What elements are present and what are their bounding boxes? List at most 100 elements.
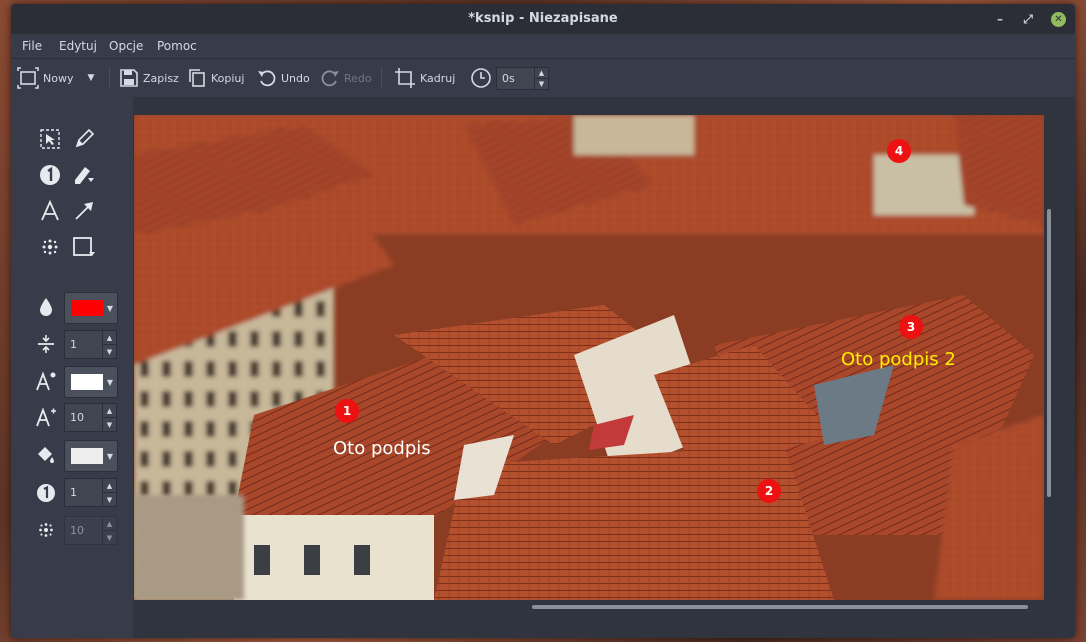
increment-icon[interactable]: ▲: [103, 517, 116, 531]
copy-icon: [189, 69, 205, 87]
decrement-icon[interactable]: ▼: [103, 531, 116, 544]
number-start-icon: [31, 478, 61, 508]
decrement-icon[interactable]: ▼: [103, 345, 116, 358]
blur-icon: [42, 239, 58, 255]
arrow-tool-button[interactable]: [69, 196, 99, 226]
copy-label: Kopiuj: [211, 71, 245, 85]
decrement-icon[interactable]: ▼: [535, 79, 548, 89]
crop-icon: [395, 68, 415, 88]
delay-clock: [470, 59, 496, 97]
text-tool-button[interactable]: [35, 196, 65, 226]
image-canvas[interactable]: 1 2 3 4 Oto podpis Oto podpis 2: [134, 115, 1044, 600]
menu-edit[interactable]: Edytuj: [59, 39, 97, 53]
fill-color-button[interactable]: ▼: [64, 440, 118, 472]
copy-button[interactable]: Kopiuj: [187, 59, 244, 97]
stroke-width-value: 1: [70, 338, 77, 351]
font-color-swatch: [71, 374, 103, 390]
redo-label: Redo: [344, 71, 372, 85]
stroke-width-stepper[interactable]: ▲ ▼: [102, 331, 116, 358]
delay-spinbox[interactable]: 0s ▲ ▼: [496, 67, 549, 90]
screenshot-icon: [17, 67, 39, 89]
delay-stepper[interactable]: ▲ ▼: [534, 68, 548, 89]
app-window: *ksnip - Niezapisane – ⤢ ✕ File Edytuj O…: [11, 4, 1075, 638]
number-marker[interactable]: 1: [335, 399, 359, 423]
redo-button[interactable]: Redo: [320, 59, 372, 97]
new-button[interactable]: Nowy ▼: [17, 59, 94, 97]
chevron-down-icon: ▼: [106, 304, 113, 313]
window-title: *ksnip - Niezapisane: [468, 11, 618, 26]
blur-spinbox[interactable]: 10 ▲ ▼: [64, 516, 117, 545]
arrow-icon: [75, 202, 93, 220]
blur-strength-icon: [31, 515, 61, 545]
font-size-stepper[interactable]: ▲ ▼: [102, 404, 116, 431]
maximize-button[interactable]: ⤢: [1019, 10, 1037, 28]
tool-sidebar: ▼ 1 ▲ ▼ ▼ 10 ▲ ▼ ▼ 1 ▲ ▼ 10 ▲ ▼: [11, 96, 133, 638]
number-stepper[interactable]: ▲ ▼: [102, 479, 116, 506]
blur-tool-button[interactable]: [35, 232, 65, 262]
horizontal-scrollbar[interactable]: [532, 605, 1028, 609]
rectangle-tool-button[interactable]: [69, 232, 99, 262]
delay-value: 0s: [502, 72, 515, 85]
fill-color-swatch: [71, 448, 103, 464]
toolbar: Nowy ▼ Zapisz Kopiuj Undo Redo Kadruj 0s…: [11, 58, 1075, 97]
number-value: 1: [70, 486, 77, 499]
stroke-width-spinbox[interactable]: 1 ▲ ▼: [64, 330, 117, 359]
number-icon: [40, 165, 60, 185]
decrement-icon[interactable]: ▼: [103, 493, 116, 506]
pen-tool-button[interactable]: [69, 124, 99, 154]
new-label: Nowy: [43, 71, 74, 85]
increment-icon[interactable]: ▲: [535, 68, 548, 79]
color-picker-button[interactable]: ▼: [64, 292, 118, 324]
undo-icon: [258, 70, 276, 87]
crop-label: Kadruj: [420, 71, 456, 85]
vertical-scrollbar[interactable]: [1047, 209, 1051, 497]
save-icon: [120, 69, 138, 87]
caption-text[interactable]: Oto podpis: [333, 438, 431, 459]
menu-options[interactable]: Opcje: [109, 39, 143, 53]
number-marker[interactable]: 4: [887, 139, 911, 163]
undo-button[interactable]: Undo: [257, 59, 310, 97]
toolbar-separator: [381, 67, 382, 89]
increment-icon[interactable]: ▲: [103, 479, 116, 493]
select-icon: [40, 129, 60, 149]
caption-text[interactable]: Oto podpis 2: [841, 349, 956, 370]
marker-icon: [75, 167, 94, 184]
undo-label: Undo: [281, 71, 310, 85]
font-size-spinbox[interactable]: 10 ▲ ▼: [64, 403, 117, 432]
color-drop-icon: [31, 292, 61, 322]
redo-icon: [321, 70, 339, 87]
font-size-icon: [31, 402, 61, 432]
increment-icon[interactable]: ▲: [103, 404, 116, 418]
blur-stepper[interactable]: ▲ ▼: [102, 517, 116, 544]
close-button[interactable]: ✕: [1051, 12, 1066, 27]
number-spinbox[interactable]: 1 ▲ ▼: [64, 478, 117, 507]
toolbar-separator: [109, 67, 110, 89]
menu-help[interactable]: Pomoc: [157, 39, 197, 53]
rectangle-icon: [73, 237, 95, 256]
title-bar: *ksnip - Niezapisane – ⤢ ✕: [11, 4, 1075, 34]
number-marker[interactable]: 2: [757, 479, 781, 503]
save-label: Zapisz: [143, 71, 179, 85]
font-size-value: 10: [70, 411, 84, 424]
fill-bucket-icon: [31, 440, 61, 470]
stroke-width-icon: [31, 329, 61, 359]
color-swatch: [71, 300, 103, 316]
text-icon: [41, 200, 59, 221]
menu-file[interactable]: File: [22, 39, 42, 53]
minimize-button[interactable]: –: [991, 10, 1009, 28]
clock-icon: [471, 68, 491, 88]
menu-bar: File Edytuj Opcje Pomoc: [11, 34, 1075, 58]
pen-icon: [75, 128, 95, 148]
marker-tool-button[interactable]: [69, 160, 99, 190]
increment-icon[interactable]: ▲: [103, 331, 116, 345]
number-tool-button[interactable]: [35, 160, 65, 190]
font-color-button[interactable]: ▼: [64, 366, 118, 398]
save-button[interactable]: Zapisz: [119, 59, 179, 97]
select-tool-button[interactable]: [35, 124, 65, 154]
decrement-icon[interactable]: ▼: [103, 418, 116, 431]
font-color-icon: [31, 366, 61, 396]
number-marker[interactable]: 3: [899, 315, 923, 339]
blur-value: 10: [70, 524, 84, 537]
chevron-down-icon[interactable]: ▼: [87, 73, 94, 83]
crop-button[interactable]: Kadruj: [394, 59, 455, 97]
